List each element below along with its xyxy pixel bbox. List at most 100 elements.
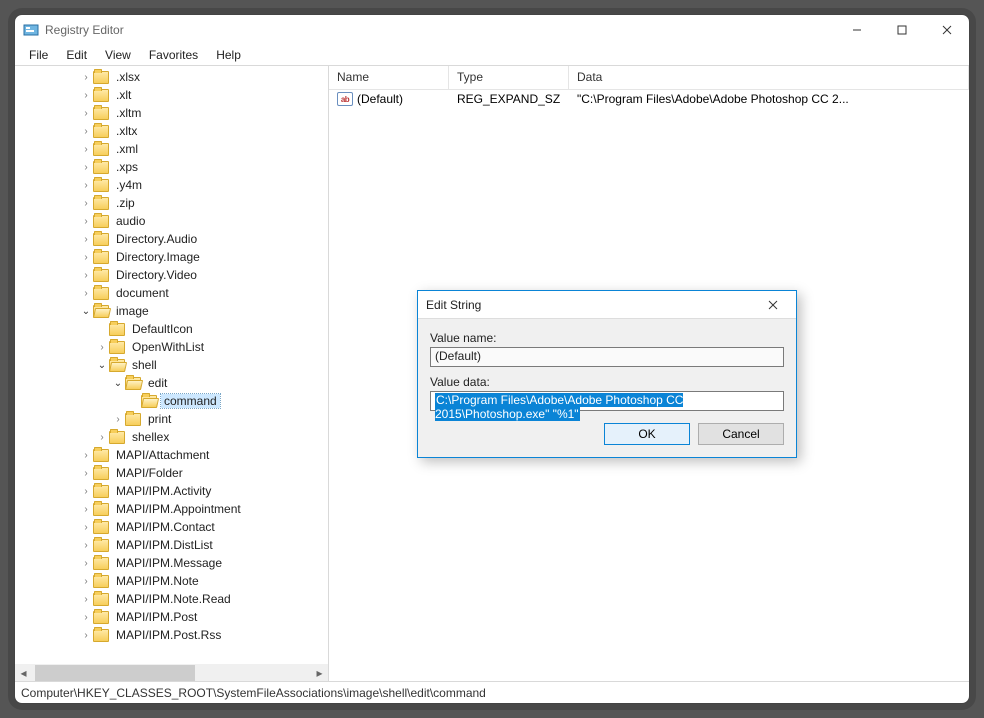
menu-favorites[interactable]: Favorites <box>141 45 206 65</box>
tree-item[interactable]: ⌄ edit <box>15 374 328 392</box>
ok-button[interactable]: OK <box>604 423 690 445</box>
tree-item[interactable]: ›print <box>15 410 328 428</box>
tree-item[interactable]: ›MAPI/Attachment <box>15 446 328 464</box>
tree-item[interactable]: › MAPI/IPM.DistList <box>15 536 328 554</box>
menu-help[interactable]: Help <box>208 45 249 65</box>
list-row[interactable]: ab (Default) REG_EXPAND_SZ "C:\Program F… <box>329 90 969 108</box>
col-header-data[interactable]: Data <box>569 66 969 89</box>
tree-item[interactable]: › MAPI/IPM.Activity <box>15 482 328 500</box>
folder-icon <box>125 377 141 390</box>
tree-item[interactable]: ›MAPI/IPM.Contact <box>15 518 328 536</box>
chevron-right-icon[interactable]: › <box>79 196 93 210</box>
tree-item-label: edit <box>145 376 170 390</box>
tree-item[interactable]: ›MAPI/IPM.Post <box>15 608 328 626</box>
chevron-right-icon[interactable]: › <box>79 466 93 480</box>
chevron-right-icon[interactable]: › <box>79 628 93 642</box>
tree-item[interactable]: ›MAPI/IPM.Note.Read <box>15 590 328 608</box>
chevron-right-icon[interactable]: › <box>95 340 109 354</box>
value-name-field[interactable]: (Default) <box>430 347 784 367</box>
chevron-right-icon[interactable]: › <box>79 232 93 246</box>
chevron-right-icon[interactable]: › <box>79 88 93 102</box>
chevron-right-icon[interactable]: › <box>79 556 93 570</box>
tree-item[interactable]: ›MAPI/IPM.Appointment <box>15 500 328 518</box>
chevron-right-icon[interactable]: › <box>79 592 93 606</box>
menu-view[interactable]: View <box>97 45 139 65</box>
tree-item[interactable]: ⌄shell <box>15 356 328 374</box>
tree-item-label: shellex <box>129 430 172 444</box>
chevron-right-icon[interactable]: › <box>79 484 93 498</box>
chevron-right-icon[interactable]: › <box>79 502 93 516</box>
chevron-right-icon[interactable]: › <box>79 448 93 462</box>
chevron-right-icon[interactable]: › <box>79 106 93 120</box>
value-name-cell: (Default) <box>357 92 403 106</box>
tree-item-label: DefaultIcon <box>129 322 196 336</box>
chevron-right-icon[interactable]: › <box>95 430 109 444</box>
chevron-right-icon[interactable]: › <box>79 178 93 192</box>
chevron-right-icon[interactable]: › <box>79 286 93 300</box>
scroll-right-icon[interactable]: ▸ <box>311 664 328 681</box>
folder-icon <box>109 341 125 354</box>
tree-item[interactable]: ›Directory.Video <box>15 266 328 284</box>
tree-item-label: MAPI/IPM.Activity <box>113 484 214 498</box>
chevron-right-icon[interactable]: › <box>79 70 93 84</box>
tree-item[interactable]: ›MAPI/IPM.Note <box>15 572 328 590</box>
tree-item[interactable]: › OpenWithList <box>15 338 328 356</box>
tree-item-label: image <box>113 304 152 318</box>
chevron-right-icon[interactable]: › <box>79 214 93 228</box>
tree-item[interactable]: ›.xml <box>15 140 328 158</box>
chevron-right-icon[interactable]: › <box>79 142 93 156</box>
tree-item[interactable]: ›audio <box>15 212 328 230</box>
value-data-field[interactable]: C:\Program Files\Adobe\Adobe Photoshop C… <box>430 391 784 411</box>
tree-item[interactable]: ›DefaultIcon <box>15 320 328 338</box>
scrollbar-thumb[interactable] <box>35 665 195 681</box>
chevron-right-icon[interactable]: › <box>79 574 93 588</box>
tree-item[interactable]: ›.xltx <box>15 122 328 140</box>
folder-icon <box>109 359 125 372</box>
tree-item[interactable]: ›.xps <box>15 158 328 176</box>
folder-icon <box>109 431 125 444</box>
chevron-right-icon[interactable]: › <box>79 610 93 624</box>
tree-item[interactable]: ›.zip <box>15 194 328 212</box>
tree-pane[interactable]: ›.xlsx›.xlt›.xltm›.xltx›.xml›.xps›.y4m›.… <box>15 66 329 681</box>
tree-item-label: OpenWithList <box>129 340 207 354</box>
chevron-right-icon[interactable]: › <box>79 250 93 264</box>
regedit-icon <box>23 22 39 38</box>
cancel-button[interactable]: Cancel <box>698 423 784 445</box>
tree-horizontal-scrollbar[interactable]: ◂ ▸ <box>15 664 328 681</box>
col-header-name[interactable]: Name <box>329 66 449 89</box>
tree-item[interactable]: ›MAPI/IPM.Post.Rss <box>15 626 328 644</box>
chevron-down-icon[interactable]: ⌄ <box>79 304 93 318</box>
tree-item[interactable]: ›.y4m <box>15 176 328 194</box>
dialog-titlebar[interactable]: Edit String <box>418 291 796 319</box>
tree-item[interactable]: ›.xltm <box>15 104 328 122</box>
menu-edit[interactable]: Edit <box>58 45 95 65</box>
minimize-button[interactable] <box>834 15 879 45</box>
menu-file[interactable]: File <box>21 45 56 65</box>
chevron-right-icon[interactable]: › <box>79 538 93 552</box>
close-button[interactable] <box>924 15 969 45</box>
tree-item[interactable]: ›command <box>15 392 328 410</box>
tree-item[interactable]: ›document <box>15 284 328 302</box>
col-header-type[interactable]: Type <box>449 66 569 89</box>
scroll-left-icon[interactable]: ◂ <box>15 664 32 681</box>
chevron-down-icon[interactable]: ⌄ <box>95 358 109 372</box>
chevron-right-icon[interactable]: › <box>111 412 125 426</box>
chevron-right-icon[interactable]: › <box>79 268 93 282</box>
tree-item[interactable]: ›.xlsx <box>15 68 328 86</box>
maximize-button[interactable] <box>879 15 924 45</box>
folder-icon <box>93 467 109 480</box>
chevron-down-icon[interactable]: ⌄ <box>111 376 125 390</box>
tree-item[interactable]: ›Directory.Image <box>15 248 328 266</box>
tree-item[interactable]: ›.xlt <box>15 86 328 104</box>
tree-item[interactable]: ⌄ image <box>15 302 328 320</box>
tree-item[interactable]: ›MAPI/Folder <box>15 464 328 482</box>
tree-item[interactable]: › shellex <box>15 428 328 446</box>
tree-item[interactable]: ›Directory.Audio <box>15 230 328 248</box>
chevron-right-icon[interactable]: › <box>79 124 93 138</box>
tree-item-label: MAPI/IPM.DistList <box>113 538 216 552</box>
folder-icon <box>93 233 109 246</box>
tree-item[interactable]: ›MAPI/IPM.Message <box>15 554 328 572</box>
dialog-close-button[interactable] <box>758 297 788 313</box>
chevron-right-icon[interactable]: › <box>79 520 93 534</box>
chevron-right-icon[interactable]: › <box>79 160 93 174</box>
